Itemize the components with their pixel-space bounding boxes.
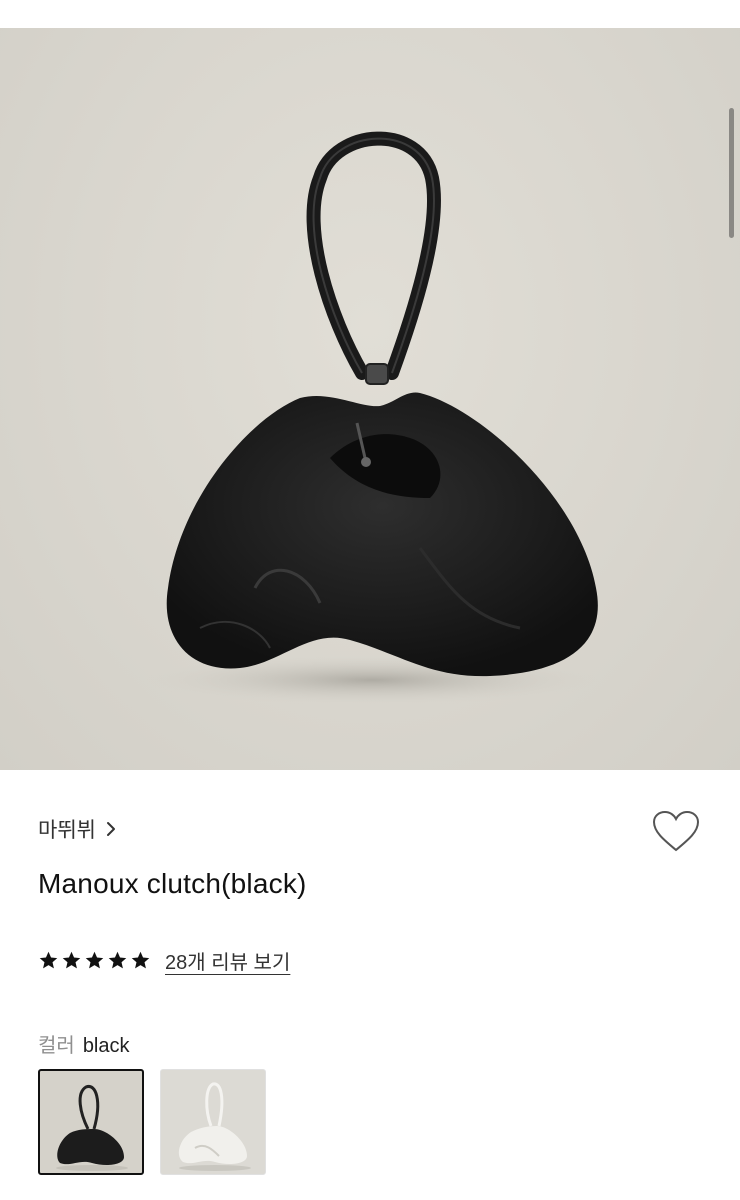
rating-row: 28개 리뷰 보기 — [38, 946, 290, 975]
white-bag-thumbnail — [178, 1082, 251, 1171]
product-image[interactable] — [0, 28, 740, 770]
black-bag-thumbnail — [56, 1085, 128, 1171]
color-swatch-black[interactable] — [38, 1069, 144, 1175]
wishlist-button[interactable] — [650, 808, 702, 856]
brand-name: 마뛰뷔 — [38, 819, 96, 842]
star-icon — [108, 951, 127, 969]
color-row: 컬러 black — [38, 1029, 130, 1058]
reviews-link[interactable]: 28개 리뷰 보기 — [165, 946, 290, 975]
heart-outline-icon — [652, 810, 700, 852]
star-icon — [62, 951, 81, 969]
bag-illustration — [132, 131, 612, 706]
product-title: Manoux clutch(black) — [38, 868, 307, 899]
star-icon — [131, 951, 150, 969]
color-label: 컬러 — [38, 1035, 75, 1057]
brand-link[interactable]: 마뛰뷔 — [38, 814, 118, 844]
color-swatch-white[interactable] — [160, 1069, 266, 1175]
rating-stars — [38, 950, 151, 971]
image-scroll-indicator[interactable] — [729, 108, 734, 238]
star-icon — [39, 951, 58, 969]
color-value: black — [82, 1035, 130, 1057]
chevron-right-icon — [106, 822, 115, 836]
star-icon — [85, 951, 104, 969]
top-strip — [0, 0, 740, 28]
